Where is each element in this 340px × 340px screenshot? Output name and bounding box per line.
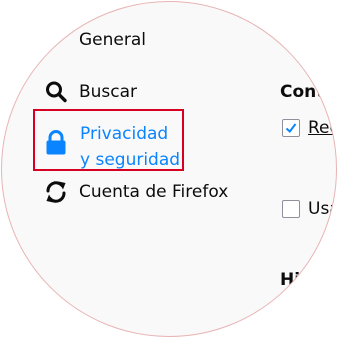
- checkmark-icon: [285, 123, 297, 133]
- checkbox-2-label[interactable]: Usa: [308, 199, 336, 219]
- lock-icon: [45, 130, 67, 156]
- section-heading: Hi: [280, 270, 301, 290]
- sidebar-item-label: General: [79, 30, 146, 50]
- sidebar-item-label: Privacidad y seguridad: [80, 124, 181, 170]
- sidebar-item-privacy[interactable]: Privacidad y seguridad: [33, 109, 184, 171]
- sync-icon: [44, 179, 68, 205]
- sidebar-item-firefox-account[interactable]: Cuenta de Firefox: [44, 179, 228, 205]
- search-icon: [44, 80, 70, 104]
- sidebar-item-label: Cuenta de Firefox: [79, 182, 229, 202]
- screenshot-canvas: General Buscar Privacidad y seguridad Cu…: [0, 0, 340, 340]
- checkbox-2[interactable]: [282, 200, 300, 218]
- divider: [286, 42, 293, 44]
- checkbox-1[interactable]: [282, 119, 300, 137]
- sidebar-item-search[interactable]: Buscar: [44, 80, 137, 104]
- section-heading: Cont: [280, 82, 325, 102]
- checkbox-1-label[interactable]: Rec: [308, 118, 336, 138]
- sidebar-item-label: Buscar: [79, 82, 138, 102]
- zoom-lens: General Buscar Privacidad y seguridad Cu…: [1, 1, 337, 337]
- sidebar-item-general[interactable]: General: [44, 30, 146, 50]
